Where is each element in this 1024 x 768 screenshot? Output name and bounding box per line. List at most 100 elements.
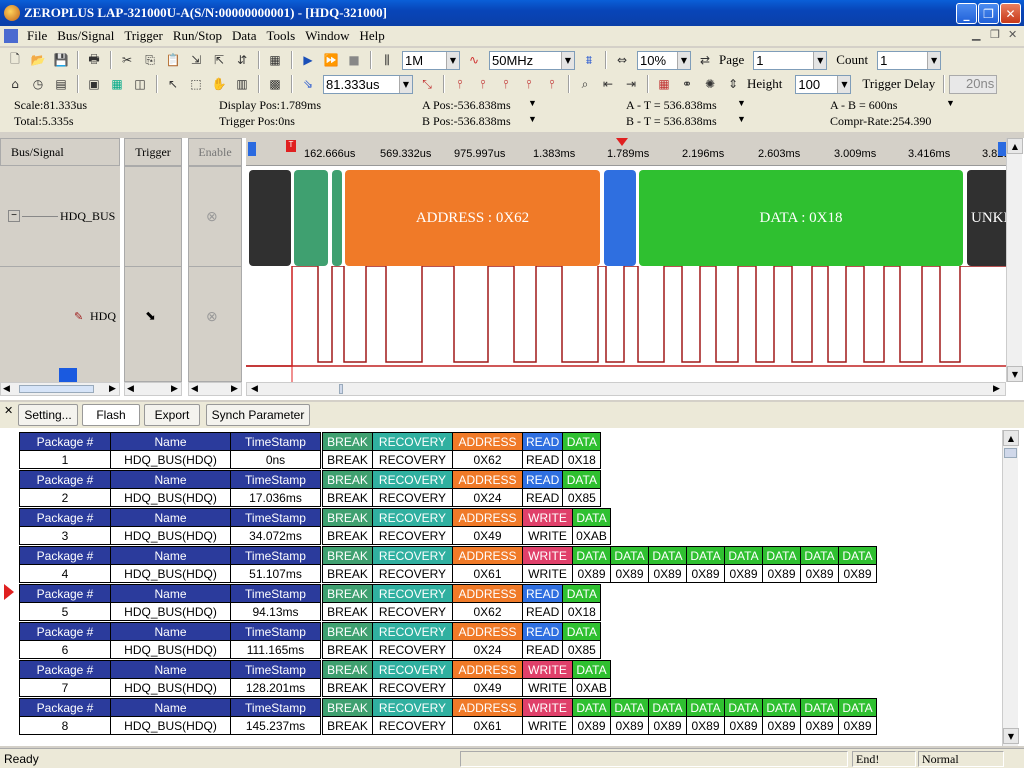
menu-help[interactable]: Help <box>354 28 389 44</box>
run-icon[interactable]: ▶ <box>297 50 319 70</box>
cell-timestamp[interactable]: 94.13ms <box>230 602 321 621</box>
cell-break[interactable]: BREAK <box>322 564 373 583</box>
cell-data[interactable]: 0X89 <box>800 716 839 735</box>
cursor-c-icon[interactable]: ⇵ <box>231 50 253 70</box>
bar-bx-icon[interactable]: ⫯ <box>495 74 517 94</box>
memory-select[interactable]: 1M ▼ <box>402 50 460 70</box>
mdi-minimize-icon[interactable]: ▁ <box>972 28 980 41</box>
save-icon[interactable]: 💾 <box>50 50 72 70</box>
display-pos-marker[interactable] <box>616 138 628 146</box>
cell-data[interactable]: 0X89 <box>686 716 725 735</box>
cell-operation[interactable]: READ <box>521 488 564 507</box>
paste-icon[interactable]: 📋 <box>162 50 184 70</box>
b-pos-dropdown-icon[interactable]: ▼ <box>528 114 537 124</box>
bus-view-icon[interactable]: ▣ <box>83 74 105 94</box>
cell-timestamp[interactable]: 34.072ms <box>230 526 321 545</box>
run-repeat-icon[interactable]: ⏩ <box>320 50 342 70</box>
cell-name[interactable]: HDQ_BUS(HDQ) <box>110 602 231 621</box>
cut-icon[interactable]: ✂ <box>116 50 138 70</box>
cell-package-number[interactable]: 8 <box>19 716 111 735</box>
zoom-fit-icon[interactable]: ⇔ <box>611 50 633 70</box>
maximize-button[interactable]: ❐ <box>978 3 999 24</box>
cell-data[interactable]: 0X89 <box>838 564 877 583</box>
cell-break[interactable]: BREAK <box>322 716 373 735</box>
cell-data[interactable]: 0X89 <box>762 716 801 735</box>
cursor-a-icon[interactable]: ⇲ <box>185 50 207 70</box>
filter-icon[interactable]: ⚭ <box>676 74 698 94</box>
bus-enable-icon[interactable]: ⊗ <box>206 208 218 225</box>
waveform-vscroll[interactable]: ▲ ▼ <box>1006 138 1023 382</box>
cell-data[interactable]: 0X89 <box>724 564 763 583</box>
cell-break[interactable]: BREAK <box>322 602 373 621</box>
b-t-dropdown-icon[interactable]: ▼ <box>737 114 746 124</box>
cell-data[interactable]: 0XAB <box>572 526 611 545</box>
cell-timestamp[interactable]: 17.036ms <box>230 488 321 507</box>
menu-run-stop[interactable]: Run/Stop <box>168 28 227 44</box>
cell-data[interactable]: 0X89 <box>610 716 649 735</box>
scroll-thumb[interactable] <box>1004 448 1017 458</box>
bus-segment-address[interactable]: ADDRESS : 0X62 <box>345 170 600 266</box>
scroll-right-icon[interactable]: ▶ <box>993 383 1000 394</box>
cell-data[interactable]: 0X89 <box>800 564 839 583</box>
cell-data[interactable]: 0X89 <box>572 564 611 583</box>
setting-button[interactable]: Setting... <box>18 404 78 426</box>
waveform-hscroll[interactable]: ◀ ▶ <box>246 382 1006 396</box>
cell-operation[interactable]: WRITE <box>522 716 573 735</box>
menu-trigger[interactable]: Trigger <box>119 28 168 44</box>
page-select[interactable]: 1 ▼ <box>753 50 828 70</box>
bus-segment-read[interactable] <box>604 170 636 266</box>
home-icon[interactable]: ⌂ <box>4 74 26 94</box>
scroll-thumb[interactable] <box>339 384 343 394</box>
count-select[interactable]: 1 ▼ <box>877 50 942 70</box>
cell-data[interactable]: 0XAB <box>572 678 611 697</box>
signal-label[interactable]: HDQ <box>90 309 116 324</box>
flash-button[interactable]: Flash <box>82 404 140 426</box>
cell-timestamp[interactable]: 145.237ms <box>230 716 321 735</box>
stop-icon[interactable]: ■ <box>343 50 365 70</box>
cell-address[interactable]: 0X62 <box>452 602 523 621</box>
cell-address[interactable]: 0X24 <box>452 640 523 659</box>
cell-recovery[interactable]: RECOVERY <box>372 488 453 507</box>
cell-data[interactable]: 0X89 <box>686 564 725 583</box>
cell-operation[interactable]: READ <box>521 450 564 469</box>
height-select[interactable]: 100 ▼ <box>795 74 852 94</box>
a-pos-dropdown-icon[interactable]: ▼ <box>528 98 537 108</box>
print-icon[interactable]: 🖶 <box>83 50 105 70</box>
calendar-icon[interactable]: ▥ <box>231 74 253 94</box>
copy-icon[interactable]: ⎘ <box>139 50 161 70</box>
cell-data[interactable]: 0X89 <box>648 564 687 583</box>
next-icon[interactable]: ⇥ <box>620 74 642 94</box>
cell-timestamp[interactable]: 128.201ms <box>230 678 321 697</box>
cell-data[interactable]: 0X89 <box>572 716 611 735</box>
cell-address[interactable]: 0X49 <box>452 526 523 545</box>
cursor-b-icon[interactable]: ⇱ <box>208 50 230 70</box>
scale-reset-icon[interactable]: ⤡ <box>416 74 438 94</box>
cell-recovery[interactable]: RECOVERY <box>372 640 453 659</box>
cell-package-number[interactable]: 7 <box>19 678 111 697</box>
bus-segment-break[interactable] <box>249 170 291 266</box>
menu-file[interactable]: File <box>22 28 52 44</box>
mdi-restore-icon[interactable]: ❐ <box>990 28 1000 41</box>
cell-name[interactable]: HDQ_BUS(HDQ) <box>110 564 231 583</box>
cell-data[interactable]: 0X18 <box>562 450 602 469</box>
cell-package-number[interactable]: 5 <box>19 602 111 621</box>
hand-icon[interactable]: ✋ <box>208 74 230 94</box>
cell-address[interactable]: 0X61 <box>452 564 523 583</box>
cell-operation[interactable]: WRITE <box>522 526 573 545</box>
bus-label[interactable]: HDQ_BUS <box>60 209 115 224</box>
menu-bus-signal[interactable]: Bus/Signal <box>52 28 119 44</box>
trigger-delay-field[interactable]: 20ns <box>949 74 998 94</box>
bar-c-icon[interactable]: ⫯ <box>541 74 563 94</box>
menu-tools[interactable]: Tools <box>262 28 301 44</box>
cell-data[interactable]: 0X85 <box>562 640 602 659</box>
falling-edge-trigger-icon[interactable]: ⬊ <box>145 308 156 324</box>
cell-name[interactable]: HDQ_BUS(HDQ) <box>110 488 231 507</box>
a-b-dropdown-icon[interactable]: ▼ <box>946 98 955 108</box>
cell-recovery[interactable]: RECOVERY <box>372 564 453 583</box>
zoom-select[interactable]: 10% ▼ <box>637 50 691 70</box>
time-ruler[interactable]: 162.666us 569.332us 975.997us 1.383ms 1.… <box>246 138 1010 166</box>
list-vscroll[interactable]: ▲ ▼ <box>1002 430 1019 746</box>
cursor-b-marker[interactable] <box>998 142 1006 156</box>
bus-segment-data[interactable]: DATA : 0X18 <box>639 170 963 266</box>
signal-enable-icon[interactable]: ⊗ <box>206 308 218 325</box>
